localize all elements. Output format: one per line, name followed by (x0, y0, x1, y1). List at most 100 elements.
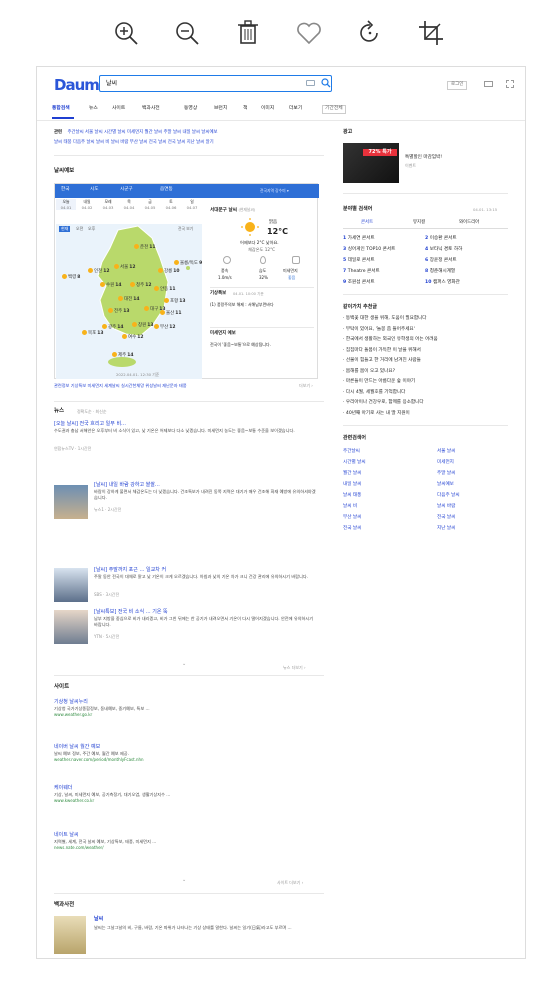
weather-more-link[interactable]: 더보기 › (299, 383, 313, 389)
map-city[interactable]: 울릉/독도9 (174, 260, 202, 268)
region-tab-dong[interactable]: 읍면동 (160, 187, 173, 194)
day-tab[interactable]: 내일 04.02 (77, 199, 97, 210)
tab-all[interactable]: 통합검색 (52, 106, 70, 113)
region-dropdown[interactable]: 전국지역 강수미 ▾ (260, 188, 289, 194)
map-city[interactable]: 서울12 (114, 264, 136, 272)
rank-item[interactable]: 7 Theatre 콘서트 (343, 269, 380, 276)
news-sort[interactable]: 정확도순 · 최신순 (77, 409, 107, 415)
map-city[interactable]: 춘천11 (134, 244, 156, 252)
rank-tab-musical[interactable]: 뮤지컬 (413, 220, 425, 226)
encyclopedia-title[interactable]: 날씨 (94, 916, 103, 923)
map-city[interactable]: 포항13 (164, 298, 186, 306)
news-source[interactable]: YTN · 5시간전 (94, 634, 318, 640)
map-tab-now[interactable]: 현재 (59, 226, 71, 232)
zoom-in-icon[interactable] (111, 18, 141, 48)
map-city[interactable]: 전주13 (108, 308, 130, 316)
story-item[interactable]: · 봄해를 봄이 오고 있나요? (343, 369, 395, 376)
related-keyword[interactable]: 전국 날씨 (343, 526, 361, 533)
weather-related-links[interactable]: 관련정보 기상특보 미세먼지 세계날씨 실시간천체망 위성날씨 재난문자 태풍 (54, 383, 254, 389)
rank-item[interactable]: 6 장윤정 콘서트 (425, 258, 457, 265)
map-city[interactable]: 목포13 (82, 330, 104, 338)
news-source[interactable]: SBS · 3시간전 (94, 592, 318, 598)
rank-item[interactable]: 3 싱어게인 TOP10 콘서트 (343, 247, 395, 254)
map-city[interactable]: 여수12 (122, 334, 144, 342)
rank-item[interactable]: 8 청춘해시계열 (425, 269, 455, 276)
region-tab-korea[interactable]: 한국 (61, 187, 69, 194)
zoom-out-icon[interactable] (172, 18, 202, 48)
day-tab[interactable]: 금 04.05 (140, 199, 160, 210)
map-tab-pm[interactable]: 오후 (88, 226, 95, 232)
rank-item[interactable]: 5 데일로 콘서트 (343, 258, 375, 265)
site-url[interactable]: www.kweather.co.kr (54, 798, 318, 804)
map-city[interactable]: 인천12 (88, 268, 110, 276)
rank-item[interactable]: 4 보타닉 경토 하하 (425, 247, 462, 254)
login-button[interactable]: 로그인 (447, 81, 468, 90)
related-keyword[interactable]: 부산 날씨 (343, 515, 361, 522)
site-url[interactable]: news.nate.com/weather/ (54, 845, 318, 851)
related-keyword[interactable]: 시간별 날씨 (343, 460, 366, 467)
story-item[interactable]: · 마른들이 만드는 아름다운 숲 이야기 (343, 379, 415, 386)
region-tab-sido[interactable]: 시도 (90, 187, 98, 194)
map-city[interactable]: 울산11 (160, 310, 182, 318)
related-keyword[interactable]: 지난 날씨 (437, 526, 455, 533)
encyclopedia-thumbnail[interactable] (54, 916, 86, 954)
news-thumbnail[interactable] (54, 485, 88, 519)
map-city[interactable]: 부산12 (154, 324, 176, 332)
related-row-1[interactable]: 주간날씨 서울 날씨 시간별 날씨 미세먼지 월간 날씨 주말 날씨 내일 날씨… (68, 130, 218, 135)
day-tab[interactable]: 토 04.06 (161, 199, 181, 210)
search-input[interactable] (106, 79, 286, 86)
related-keyword[interactable]: 월간 날씨 (343, 471, 361, 478)
related-keyword[interactable]: 내일 날씨 (343, 482, 361, 489)
chevron-down-icon[interactable]: ⌄ (182, 661, 186, 668)
news-title[interactable]: [오늘 날씨] 전국 흐리고 일부 비… (54, 421, 318, 428)
story-item[interactable]: · 선물이 힘들고 한 거리에 남겨진 사람들 (343, 358, 421, 365)
period-select[interactable]: 기간전체 (322, 105, 346, 114)
search-icon[interactable] (321, 78, 331, 88)
rank-item[interactable]: 2 이승환 콘서트 (425, 236, 457, 243)
rank-item[interactable]: 1 가세연 콘서트 (343, 236, 375, 243)
news-source[interactable]: 뉴스1 · 2시간전 (94, 507, 318, 513)
trash-icon[interactable] (233, 18, 263, 48)
day-tab[interactable]: 일 04.07 (182, 199, 202, 210)
news-source[interactable]: 연합뉴스TV · 1시간전 (54, 446, 318, 452)
story-item[interactable]: · 동백꽃 대한 생을 위해, 도움이 필요합니다 (343, 316, 427, 323)
tab-site[interactable]: 사이트 (112, 106, 125, 113)
related-keyword[interactable]: 전국 날씨 (437, 515, 455, 522)
related-keyword[interactable]: 미세먼지 (437, 460, 454, 467)
related-keyword[interactable]: 날씨 바람 (437, 504, 455, 511)
map-city[interactable]: 강릉10 (158, 268, 180, 276)
story-item[interactable]: · 부탁이 있어요, '놀봉 쫌 뜰어주세요' (343, 327, 415, 334)
heart-icon[interactable] (294, 18, 324, 48)
rank-tab-wide[interactable]: 와이드리아 (459, 220, 479, 226)
map-city[interactable]: 청주12 (130, 282, 152, 290)
tab-news[interactable]: 뉴스 (89, 106, 98, 113)
map-city[interactable]: 안동11 (154, 286, 176, 294)
search-box[interactable] (99, 75, 332, 92)
chevron-down-icon[interactable]: ⌄ (182, 877, 186, 884)
story-item[interactable]: · 집집마다 돌봄이 가득한 이 날을 위해서 (343, 348, 421, 355)
day-tab[interactable]: 오늘 04.01 (56, 199, 76, 210)
news-more-link[interactable]: 뉴스 더보기 › (283, 665, 306, 671)
news-video-thumbnail[interactable] (54, 568, 88, 602)
news-title[interactable]: [날씨특보] 전국 비 소식 … 기온 뚝 (94, 609, 318, 616)
news-title[interactable]: [날씨] 주말까지 포근 … 일교차 커 (94, 567, 318, 574)
related-keyword[interactable]: 주말 날씨 (437, 471, 455, 478)
rank-tab-concert[interactable]: 콘서트 (361, 220, 373, 226)
rank-item[interactable]: 10 캠퍼스 영화관 (425, 280, 460, 287)
map-city[interactable]: 수원14 (100, 282, 122, 290)
site-url[interactable]: www.weather.go.kr (54, 712, 318, 718)
keyboard-icon[interactable] (306, 80, 315, 86)
map-city[interactable]: 광주14 (102, 324, 124, 332)
tab-images[interactable]: 이미지 (261, 106, 274, 113)
map-city[interactable]: 백령8 (62, 274, 80, 282)
apps-grid-icon[interactable] (506, 80, 514, 88)
tab-books[interactable]: 책 (243, 106, 247, 113)
tab-more[interactable]: 더보기 (289, 106, 302, 113)
related-keyword[interactable]: 날씨 비 (343, 504, 357, 511)
crop-icon[interactable] (416, 18, 446, 48)
related-keyword[interactable]: 주간날씨 (343, 449, 360, 456)
tab-video[interactable]: 동영상 (184, 106, 197, 113)
tab-brunch[interactable]: 브런치 (214, 106, 227, 113)
day-tab[interactable]: 목 04.04 (119, 199, 139, 210)
rotate-icon[interactable] (355, 18, 385, 48)
